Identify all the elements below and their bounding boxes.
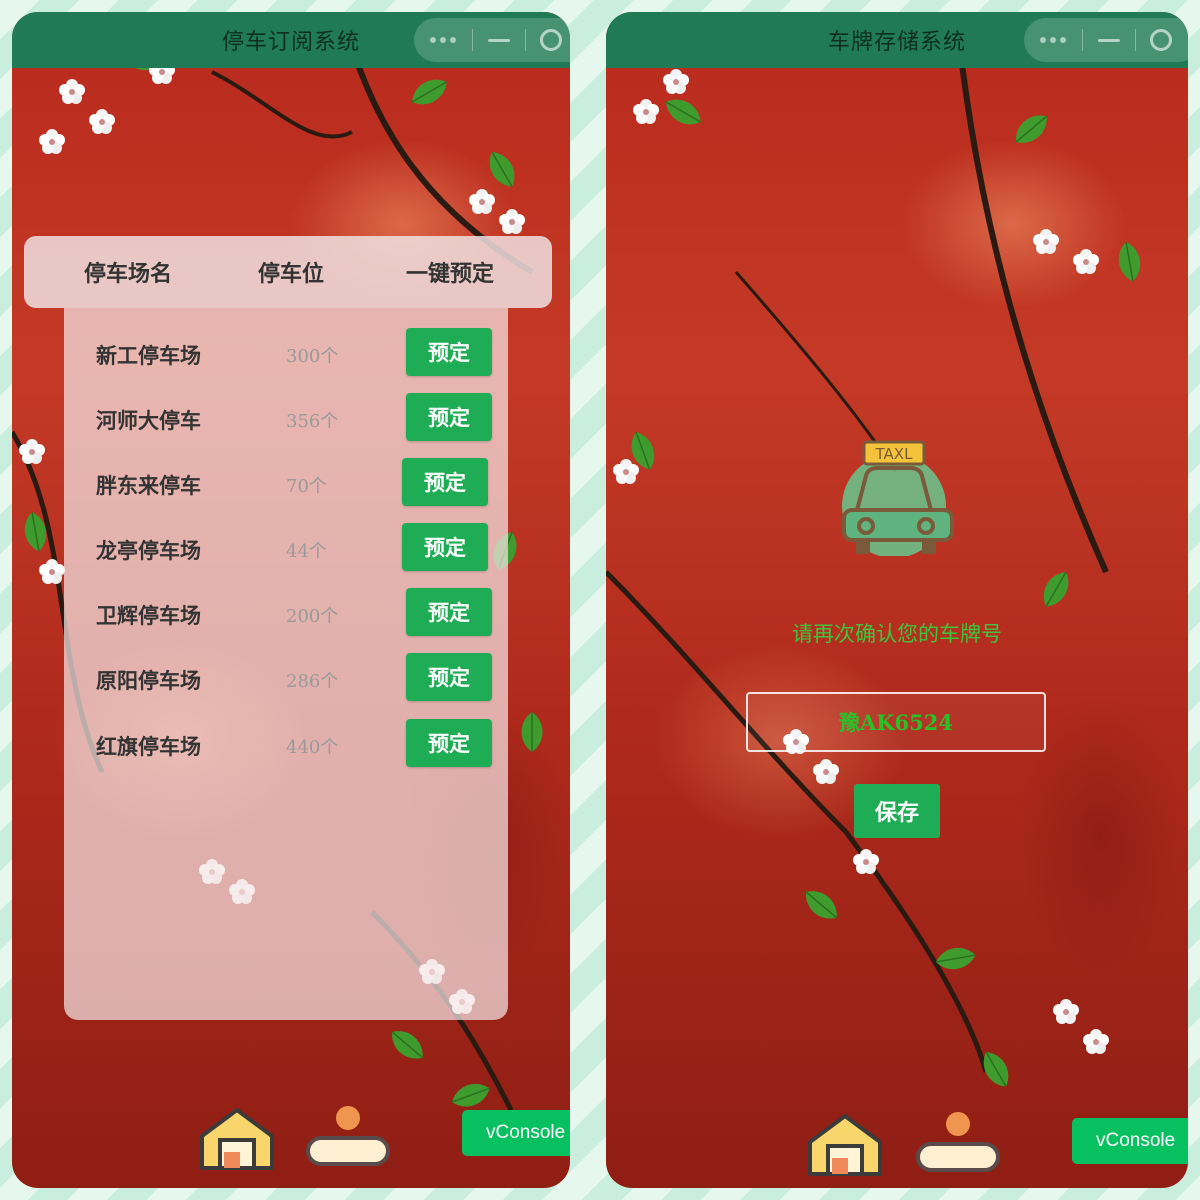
mini-program-capsule[interactable] xyxy=(414,18,570,62)
vconsole-button[interactable]: vConsole xyxy=(1072,1118,1188,1164)
save-button[interactable]: 保存 xyxy=(854,784,940,838)
table-row: 红旗停车场 440个 预定 xyxy=(64,719,508,769)
tabbar-home-house-icon[interactable] xyxy=(198,1106,276,1172)
column-header-name: 停车场名 xyxy=(84,262,173,287)
close-icon[interactable] xyxy=(526,29,570,51)
table-row: 新工停车场 300个 预定 xyxy=(64,328,508,378)
table-row: 卫辉停车场 200个 预定 xyxy=(64,588,508,638)
parking-spot-count: 44个 xyxy=(286,541,327,562)
close-icon[interactable] xyxy=(1136,29,1186,51)
title-bar: 车牌存储系统 xyxy=(606,12,1188,68)
column-header-book: 一键预定 xyxy=(406,262,495,287)
taxi-icon: TAXL xyxy=(834,440,958,558)
parking-spot-count: 300个 xyxy=(286,346,339,367)
more-options-icon[interactable] xyxy=(1024,37,1082,43)
minimize-icon[interactable] xyxy=(1083,38,1135,42)
parking-spot-count: 70个 xyxy=(286,476,327,497)
book-button[interactable]: 预定 xyxy=(406,328,492,376)
table-row: 原阳停车场 286个 预定 xyxy=(64,653,508,703)
book-button[interactable]: 预定 xyxy=(402,458,488,506)
table-row: 胖东来停车 70个 预定 xyxy=(64,458,508,508)
minimize-icon[interactable] xyxy=(473,38,525,42)
book-button[interactable]: 预定 xyxy=(406,588,492,636)
table-row: 河师大停车 356个 预定 xyxy=(64,393,508,443)
title-bar: 停车订阅系统 xyxy=(12,12,570,68)
parking-spot-count: 286个 xyxy=(286,671,339,692)
table-row: 龙亭停车场 44个 预定 xyxy=(64,523,508,573)
parking-spot-count: 200个 xyxy=(286,606,339,627)
plate-number-input[interactable]: 豫AK6524 xyxy=(746,692,1046,752)
parking-lot-name: 龙亭停车场 xyxy=(96,539,201,563)
plate-storage-screen: 车牌存储系统 TAXL 请再次确认您的车牌号 豫AK6524 保存 vConso… xyxy=(606,12,1188,1188)
book-button[interactable]: 预定 xyxy=(406,393,492,441)
more-options-icon[interactable] xyxy=(414,37,472,43)
taxi-sign-text: TAXL xyxy=(875,445,914,463)
parking-subscription-screen: 停车订阅系统 停车场名 停车位 一键预定 新工停车场 300个 预定 河师大停车… xyxy=(12,12,570,1188)
parking-spot-count: 356个 xyxy=(286,411,339,432)
mini-program-capsule[interactable] xyxy=(1024,18,1188,62)
tabbar-profile-person-icon[interactable] xyxy=(304,1104,392,1166)
confirm-plate-prompt: 请再次确认您的车牌号 xyxy=(792,622,1002,646)
parking-lot-name: 新工停车场 xyxy=(96,344,201,368)
table-header: 停车场名 停车位 一键预定 xyxy=(24,236,552,308)
tabbar-profile-person-icon[interactable] xyxy=(914,1110,1002,1172)
parking-lot-name: 河师大停车 xyxy=(96,409,201,433)
book-button[interactable]: 预定 xyxy=(402,523,488,571)
parking-lot-name: 卫辉停车场 xyxy=(96,604,201,628)
column-header-spots: 停车位 xyxy=(258,262,325,287)
vconsole-button[interactable]: vConsole xyxy=(462,1110,570,1156)
parking-lot-name: 胖东来停车 xyxy=(96,474,201,498)
page-title: 停车订阅系统 xyxy=(221,30,360,55)
book-button[interactable]: 预定 xyxy=(406,653,492,701)
background-image xyxy=(606,12,1188,1188)
book-button[interactable]: 预定 xyxy=(406,719,492,767)
parking-spot-count: 440个 xyxy=(286,737,339,758)
parking-lot-name: 红旗停车场 xyxy=(96,735,201,759)
page-title: 车牌存储系统 xyxy=(827,30,966,55)
tabbar-home-house-icon[interactable] xyxy=(806,1112,884,1178)
parking-lot-name: 原阳停车场 xyxy=(96,669,201,693)
parking-lot-table: 新工停车场 300个 预定 河师大停车 356个 预定 胖东来停车 70个 预定… xyxy=(64,308,508,1020)
